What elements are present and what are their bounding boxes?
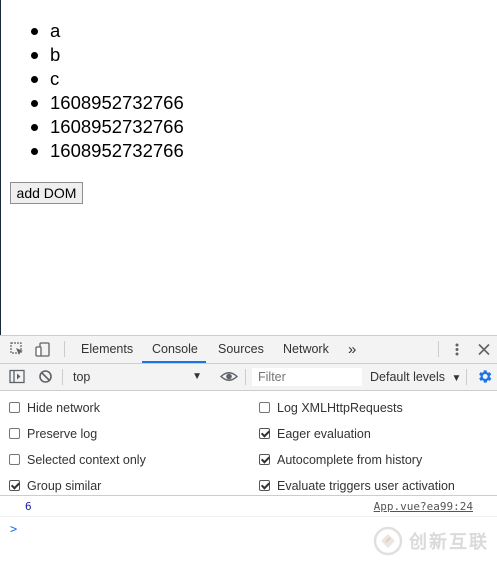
divider xyxy=(438,341,439,357)
log-source-link[interactable]: App.vue?ea99:24 xyxy=(374,500,473,513)
watermark: 创新互联 xyxy=(373,526,489,556)
group-similar-checkbox[interactable] xyxy=(9,480,20,491)
kebab-menu-icon[interactable] xyxy=(450,342,464,360)
context-value: top xyxy=(73,370,91,384)
preserve-log-label: Preserve log xyxy=(27,427,98,441)
context-selector[interactable]: top ▼ xyxy=(66,367,206,387)
console-settings-gear-icon[interactable] xyxy=(476,368,493,388)
item-list: a b c 1608952732766 1608952732766 160895… xyxy=(31,19,184,163)
group-similar-label: Group similar xyxy=(27,479,102,493)
devtools-tabbar: Elements Console Sources Network » xyxy=(0,336,497,364)
add-dom-button[interactable]: add DOM xyxy=(10,182,83,204)
selected-context-checkbox[interactable] xyxy=(9,454,20,465)
console-toolbar: top ▼ Default levels ▼ xyxy=(0,364,497,391)
clear-console-icon[interactable] xyxy=(38,369,53,387)
list-item: a xyxy=(31,19,184,43)
list-item: b xyxy=(31,43,184,67)
log-xhr-label: Log XMLHttpRequests xyxy=(277,401,403,415)
tab-sources[interactable]: Sources xyxy=(218,336,264,363)
watermark-text: 创新互联 xyxy=(409,532,489,553)
page-content: a b c 1608952732766 1608952732766 160895… xyxy=(0,0,497,335)
log-levels-label: Default levels xyxy=(370,370,446,384)
tab-console[interactable]: Console xyxy=(142,336,206,363)
show-sidebar-icon[interactable] xyxy=(9,369,25,387)
eager-evaluation-checkbox[interactable] xyxy=(259,428,270,439)
console-settings-pane: Hide network Log XMLHttpRequests Preserv… xyxy=(0,391,497,496)
hide-network-checkbox[interactable] xyxy=(9,402,20,413)
divider xyxy=(245,369,246,385)
evaluate-triggers-checkbox[interactable] xyxy=(259,480,270,491)
live-expression-eye-icon[interactable] xyxy=(219,369,239,387)
dropdown-arrow-icon: ▼ xyxy=(451,373,462,384)
autocomplete-checkbox[interactable] xyxy=(259,454,270,465)
log-levels-dropdown[interactable]: Default levels ▼ xyxy=(370,364,461,390)
list-item: 1608952732766 xyxy=(31,115,184,139)
device-toolbar-icon[interactable] xyxy=(35,342,51,360)
preserve-log-checkbox[interactable] xyxy=(9,428,20,439)
list-item: 1608952732766 xyxy=(31,91,184,115)
divider xyxy=(466,369,467,385)
evaluate-triggers-label: Evaluate triggers user activation xyxy=(277,479,455,493)
autocomplete-label: Autocomplete from history xyxy=(277,453,423,467)
console-prompt[interactable]: > xyxy=(10,522,17,536)
inspect-element-icon[interactable] xyxy=(10,342,25,360)
selected-context-label: Selected context only xyxy=(27,453,146,467)
list-item: 1608952732766 xyxy=(31,139,184,163)
watermark-logo-icon xyxy=(373,526,403,556)
close-icon[interactable] xyxy=(477,342,491,360)
eager-evaluation-label: Eager evaluation xyxy=(277,427,371,441)
log-value: 6 xyxy=(25,500,32,513)
divider xyxy=(64,341,65,357)
console-log-row: 6 App.vue?ea99:24 xyxy=(0,496,497,517)
devtools-panel: Elements Console Sources Network » top ▼… xyxy=(0,335,497,570)
divider xyxy=(62,369,63,385)
list-item: c xyxy=(31,67,184,91)
tab-network[interactable]: Network xyxy=(283,336,329,363)
dropdown-arrow-icon: ▼ xyxy=(192,371,202,382)
more-tabs-button[interactable]: » xyxy=(348,336,356,363)
hide-network-label: Hide network xyxy=(27,401,100,415)
log-xhr-checkbox[interactable] xyxy=(259,402,270,413)
filter-input[interactable] xyxy=(252,368,362,386)
tab-elements[interactable]: Elements xyxy=(81,336,133,363)
